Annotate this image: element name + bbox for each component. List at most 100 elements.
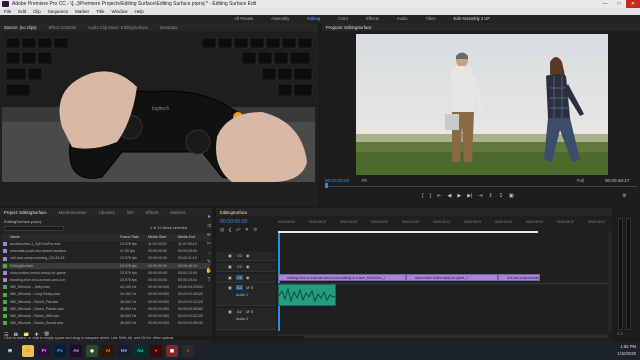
program-timecode[interactable]: 00:00:00:00: [325, 178, 349, 183]
mute-solo-icon[interactable]: M S: [246, 309, 253, 314]
razor-tool-icon[interactable]: ✂: [207, 241, 211, 247]
snap-icon[interactable]: ❮: [228, 227, 232, 233]
recorder-taskbar-icon[interactable]: ●: [182, 345, 194, 357]
mark-in-icon[interactable]: {: [422, 193, 424, 199]
slip-tool-icon[interactable]: ↔: [207, 250, 212, 256]
ripple-edit-icon[interactable]: ⇹: [207, 232, 211, 238]
project-item[interactable]: WB_Whoosh - Swish_Plastic.wav 46,000 Hz 00…: [2, 306, 210, 313]
tab-audio-clip-mixer[interactable]: Audio Clip Mixer: EditingSurface: [88, 25, 148, 30]
track-name[interactable]: A1: [236, 285, 243, 290]
tab-effect-controls[interactable]: Effect Controls: [49, 25, 76, 30]
audio-clip-a1[interactable]: [278, 284, 336, 306]
aftereffects-taskbar-icon[interactable]: Ae: [70, 345, 82, 357]
extract-icon[interactable]: ↧: [499, 193, 503, 199]
chrome-taskbar-icon[interactable]: ◉: [86, 345, 98, 357]
track-lock-icon[interactable]: ▣: [228, 253, 232, 258]
project-item[interactable]: ancient-view-1_ZyFuVuFm.mov 23.976 fps 11:…: [2, 241, 210, 248]
workspace-titles[interactable]: Titles: [426, 15, 436, 23]
windows-start-icon[interactable]: ⊞: [4, 345, 16, 357]
premiere-taskbar-icon[interactable]: Pr: [38, 345, 50, 357]
track-visibility-icon[interactable]: ◉: [246, 253, 250, 258]
track-name[interactable]: A2: [236, 309, 243, 314]
track-header-v1[interactable]: ▣ V1 ◉: [216, 274, 276, 283]
col-frame-rate[interactable]: Frame Rate: [120, 234, 139, 241]
track-select-icon[interactable]: ⇉: [207, 223, 211, 229]
project-item[interactable]: tracking-shot-of-a-woman-and-a-m 23.976 f…: [2, 277, 210, 284]
nest-icon[interactable]: ▤: [220, 227, 224, 233]
project-item[interactable]: WB_Whoosh - Long Rocky.wav 44,100 Hz 00:00…: [2, 291, 210, 298]
tab-source[interactable]: Source: (no clips): [4, 25, 37, 30]
workspace-audio[interactable]: Audio: [397, 15, 408, 23]
menu-sequence[interactable]: Sequence: [48, 8, 68, 15]
track-name[interactable]: V3: [236, 253, 243, 258]
minimize-icon[interactable]: —: [598, 0, 612, 8]
menu-edit[interactable]: Edit: [18, 8, 26, 15]
project-search-input[interactable]: [4, 226, 64, 231]
tab-markers[interactable]: Markers: [170, 210, 185, 215]
track-lock-icon[interactable]: ▣: [228, 309, 232, 314]
track-visibility-icon[interactable]: ◉: [246, 275, 250, 280]
track-lock-icon[interactable]: ▣: [228, 275, 232, 280]
col-media-start[interactable]: Media Start: [148, 234, 166, 241]
menu-title[interactable]: Title: [96, 8, 104, 15]
clip-tracking-shot[interactable]: tracking-shot-of-a-woman-and-a-man-walki…: [278, 274, 406, 281]
project-item[interactable]: EditingSurface 23.976 fps 00:00:00:00 00:00…: [2, 262, 210, 270]
col-media-end[interactable]: Media End: [178, 234, 195, 241]
track-lock-icon[interactable]: ▣: [228, 264, 232, 269]
timeline-settings-icon[interactable]: ⚙: [253, 227, 257, 233]
timeline-timecode[interactable]: 00:00:00:00: [220, 219, 247, 225]
track-header-v3[interactable]: ▣ V3 ◉: [216, 252, 276, 261]
workspace-editing[interactable]: Editing: [307, 15, 320, 23]
workspace-color[interactable]: Color: [338, 15, 348, 23]
tab-sequence[interactable]: EditingSurface: [220, 210, 247, 215]
project-item[interactable]: slow-motion-tennis-ready-for-game 23.976 …: [2, 270, 210, 277]
settings-wrench-icon[interactable]: ⚙: [622, 193, 626, 199]
tab-metadata[interactable]: Metadata: [160, 25, 177, 30]
project-item[interactable]: WB_Whoosh - Swish_Fat.wav 46,000 Hz 00:00:…: [2, 299, 210, 306]
mark-out-icon[interactable]: }: [430, 193, 432, 199]
add-marker-icon[interactable]: ▼: [245, 227, 249, 233]
lift-icon[interactable]: ↥: [489, 193, 493, 199]
clock-date[interactable]: 1/10/2020: [598, 351, 636, 356]
close-icon[interactable]: ✕: [626, 0, 640, 8]
tab-effects[interactable]: Effects: [146, 210, 159, 215]
go-to-out-icon[interactable]: ⇥: [478, 193, 482, 199]
track-header-a1[interactable]: ▣ A1 M S Audio 1: [216, 284, 276, 306]
maximize-icon[interactable]: □: [612, 0, 626, 8]
menu-file[interactable]: File: [4, 8, 11, 15]
project-item[interactable]: cinematic-push-into-desert-landsca 47.95 …: [2, 248, 210, 255]
col-name[interactable]: Name: [10, 234, 20, 241]
time-ruler[interactable]: 00:00:00:00 00:00:04:23 00:00:09:23 00:00:1…: [278, 220, 608, 230]
tab-program[interactable]: Program: EditingSurface: [326, 25, 372, 30]
timeline-zoom-scrollbar[interactable]: [278, 334, 608, 338]
menu-clip[interactable]: Clip: [33, 8, 41, 15]
file-explorer-icon[interactable]: □: [22, 345, 34, 357]
tab-project[interactable]: Project: EditingSurface: [4, 210, 47, 215]
workspace-effects[interactable]: Effects: [366, 15, 379, 23]
track-visibility-icon[interactable]: ◉: [246, 264, 250, 269]
pen-tool-icon[interactable]: ✎: [207, 259, 211, 265]
work-area-bar[interactable]: [278, 231, 538, 233]
track-name[interactable]: V1: [236, 275, 243, 280]
selection-tool-icon[interactable]: ➤: [207, 214, 211, 220]
red-app-taskbar-icon[interactable]: ●: [150, 345, 162, 357]
clock-time[interactable]: 1:55 PM: [598, 344, 636, 349]
play-icon[interactable]: ▶: [457, 193, 461, 199]
program-playhead[interactable]: [325, 183, 328, 188]
linked-selection-icon[interactable]: ☍: [236, 227, 241, 233]
step-forward-icon[interactable]: ▶|: [467, 193, 472, 199]
project-item[interactable]: WB_Whoosh - Swish_Sword.wav 46,000 Hz 00:0…: [2, 320, 210, 327]
go-to-in-icon[interactable]: ⇤: [437, 193, 441, 199]
menu-help[interactable]: Help: [134, 8, 143, 15]
clip-slow-motion-tennis[interactable]: slow-motion-tennis-ready-for-game_1: [406, 274, 498, 281]
meter-solo-buttons[interactable]: S S: [617, 332, 623, 336]
tab-media-browser[interactable]: Media Browser: [59, 210, 87, 215]
program-scrubber[interactable]: [325, 186, 637, 187]
workspace-all-panels[interactable]: All Panels: [235, 15, 254, 23]
media-encoder-taskbar-icon[interactable]: Me: [118, 345, 130, 357]
tab-info[interactable]: Info: [127, 210, 134, 215]
track-header-v2[interactable]: ▣ V2 ◉: [216, 263, 276, 272]
hand-tool-icon[interactable]: ✋: [206, 268, 212, 274]
export-frame-icon[interactable]: ▣: [509, 193, 514, 199]
audition-taskbar-icon[interactable]: Au: [134, 345, 146, 357]
